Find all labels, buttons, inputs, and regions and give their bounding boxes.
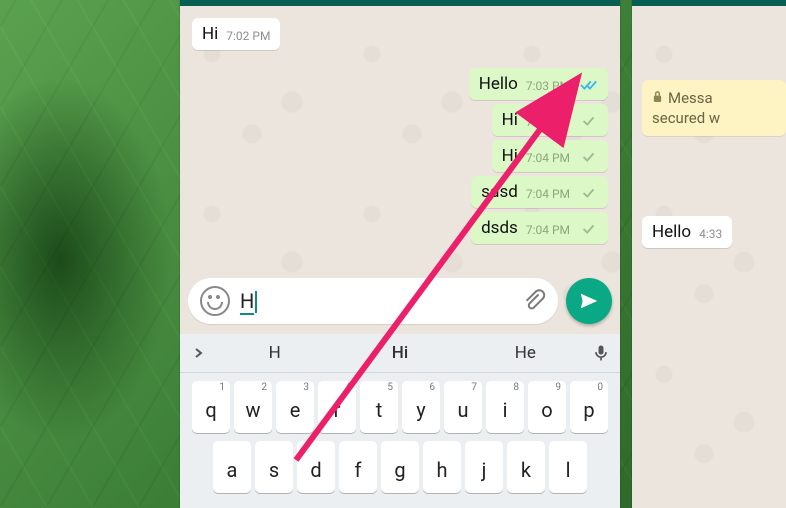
stage: Hi 7:02 PM Hello 7:03 PM Hi 7:04 PM Hi bbox=[0, 0, 786, 508]
message-time: 4:33 bbox=[699, 227, 722, 241]
mic-icon[interactable] bbox=[588, 343, 614, 363]
key-o[interactable]: 9o bbox=[528, 381, 566, 433]
emoji-icon[interactable] bbox=[200, 286, 230, 316]
key-g[interactable]: g bbox=[381, 441, 419, 493]
message-time: 7:02 PM bbox=[226, 29, 270, 43]
message-input-text: H bbox=[240, 289, 522, 314]
message-out[interactable]: sdsd 7:04 PM bbox=[471, 176, 608, 208]
key-a[interactable]: a bbox=[213, 441, 251, 493]
key-p[interactable]: 0p bbox=[570, 381, 608, 433]
key-f[interactable]: f bbox=[339, 441, 377, 493]
key-q[interactable]: 1q bbox=[192, 381, 230, 433]
composer: H bbox=[188, 278, 612, 324]
lock-icon bbox=[652, 88, 663, 108]
send-button[interactable] bbox=[566, 278, 612, 324]
key-l[interactable]: l bbox=[549, 441, 587, 493]
message-input[interactable]: H bbox=[188, 278, 558, 324]
message-text: Hello bbox=[479, 74, 518, 94]
message-time: 7:04 PM bbox=[526, 151, 570, 165]
key-y[interactable]: 6y bbox=[402, 381, 440, 433]
text-cursor bbox=[255, 291, 257, 313]
message-time: 7:04 PM bbox=[526, 115, 570, 129]
suggestion-row: H Hi He bbox=[180, 334, 620, 373]
message-out[interactable]: dsds 7:04 PM bbox=[471, 212, 608, 244]
suggestion[interactable]: Hi bbox=[337, 343, 462, 363]
notice-text-2: secured w bbox=[652, 109, 720, 127]
expand-icon[interactable] bbox=[186, 344, 212, 363]
key-r[interactable]: 4r bbox=[318, 381, 356, 433]
key-w[interactable]: 2w bbox=[234, 381, 272, 433]
message-text: sdsd bbox=[481, 182, 518, 202]
key-d[interactable]: d bbox=[297, 441, 335, 493]
sent-tick-icon bbox=[580, 151, 598, 163]
key-u[interactable]: 7u bbox=[444, 381, 482, 433]
message-text: dsds bbox=[481, 218, 518, 238]
keyboard: H Hi He 1q 2w 3e 4r 5t 6y 7u 8i 9o bbox=[180, 334, 620, 508]
message-in[interactable]: Hello 4:33 bbox=[642, 216, 732, 248]
sent-tick-icon bbox=[580, 187, 598, 199]
send-icon bbox=[578, 290, 600, 312]
chat-background[interactable]: Hi 7:02 PM Hello 7:03 PM Hi 7:04 PM Hi bbox=[180, 6, 620, 508]
phone-secondary: Messa secured w Hello 4:33 bbox=[632, 0, 786, 508]
key-j[interactable]: j bbox=[465, 441, 503, 493]
message-time: 7:04 PM bbox=[526, 187, 570, 201]
chat-background[interactable]: Messa secured w Hello 4:33 bbox=[632, 6, 786, 508]
key-row-2: a s d f g h j k l bbox=[180, 441, 620, 493]
key-k[interactable]: k bbox=[507, 441, 545, 493]
message-out[interactable]: Hi 7:04 PM bbox=[492, 140, 608, 172]
message-out[interactable]: Hi 7:04 PM bbox=[492, 104, 608, 136]
suggestion[interactable]: He bbox=[463, 343, 588, 363]
suggestion[interactable]: H bbox=[212, 343, 337, 363]
notice-text-1: Messa bbox=[668, 89, 713, 107]
typed-text: H bbox=[240, 289, 254, 315]
key-e[interactable]: 3e bbox=[276, 381, 314, 433]
sent-tick-icon bbox=[580, 223, 598, 235]
key-row-1: 1q 2w 3e 4r 5t 6y 7u 8i 9o 0p bbox=[180, 381, 620, 433]
message-text: Hello bbox=[652, 222, 691, 242]
key-i[interactable]: 8i bbox=[486, 381, 524, 433]
message-text: Hi bbox=[202, 24, 218, 44]
phone-main: Hi 7:02 PM Hello 7:03 PM Hi 7:04 PM Hi bbox=[180, 0, 620, 508]
notice-card: Messa secured w bbox=[642, 80, 786, 136]
message-time: 7:03 PM bbox=[526, 79, 570, 93]
message-text: Hi bbox=[502, 146, 518, 166]
key-s[interactable]: s bbox=[255, 441, 293, 493]
message-out[interactable]: Hello 7:03 PM bbox=[469, 68, 608, 100]
encryption-notice: Messa secured w bbox=[642, 80, 786, 136]
message-text: Hi bbox=[502, 110, 518, 130]
key-t[interactable]: 5t bbox=[360, 381, 398, 433]
key-h[interactable]: h bbox=[423, 441, 461, 493]
attachment-icon[interactable] bbox=[522, 289, 546, 313]
message-in[interactable]: Hi 7:02 PM bbox=[192, 18, 280, 50]
message-time: 7:04 PM bbox=[526, 223, 570, 237]
read-ticks-icon bbox=[580, 79, 598, 91]
sent-tick-icon bbox=[580, 115, 598, 127]
